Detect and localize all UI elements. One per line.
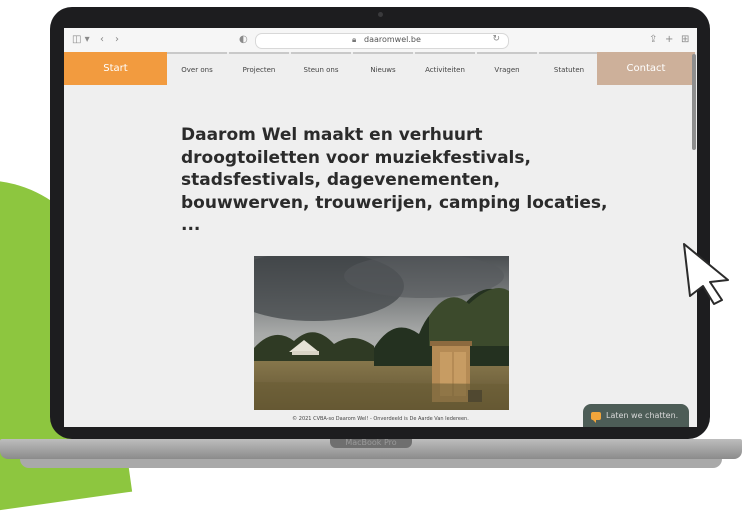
browser-screen: ◫ ▾ ‹ › ◐ 🔒︎ daaromwel.be ↻ ⇪ + ⊞ Start … <box>64 28 697 427</box>
nav-contact[interactable]: Contact <box>597 52 695 85</box>
privacy-shield-icon[interactable]: ◐ <box>239 33 248 47</box>
browser-toolbar: ◫ ▾ ‹ › ◐ 🔒︎ daaromwel.be ↻ ⇪ + ⊞ <box>64 28 697 53</box>
chat-button[interactable]: Laten we chatten. <box>583 404 689 427</box>
address-url: daaromwel.be <box>364 35 421 44</box>
hero-headline: Daarom Wel maakt en verhuurt droogtoilet… <box>181 125 608 235</box>
new-tab-icon[interactable]: + <box>665 33 673 47</box>
nav-item-steun-ons[interactable]: Steun ons <box>291 52 351 85</box>
nav-item-activiteiten[interactable]: Activiteiten <box>415 52 475 85</box>
address-bar[interactable]: 🔒︎ daaromwel.be ↻ <box>255 33 509 49</box>
nav-start[interactable]: Start <box>64 52 167 85</box>
site-navigation: Start Over ons Projecten Steun ons Nieuw… <box>64 52 697 85</box>
camera-dot <box>378 12 383 17</box>
chat-button-label: Laten we chatten. <box>606 411 679 420</box>
laptop-base-shadow <box>20 459 722 468</box>
share-icon[interactable]: ⇪ <box>649 33 657 47</box>
mouse-cursor-icon <box>683 243 729 305</box>
scrollbar[interactable] <box>692 54 696 150</box>
lock-icon: 🔒︎ <box>352 35 357 44</box>
tab-overview-icon[interactable]: ⊞ <box>681 33 689 47</box>
nav-item-vragen[interactable]: Vragen <box>477 52 537 85</box>
chat-bubble-icon <box>591 411 601 423</box>
forward-arrow-icon[interactable]: › <box>115 33 119 47</box>
nav-item-statuten[interactable]: Statuten <box>539 52 599 85</box>
hero-photo-dry-toilet <box>254 256 509 410</box>
nav-item-over-ons[interactable]: Over ons <box>167 52 227 85</box>
back-arrow-icon[interactable]: ‹ <box>100 33 104 47</box>
sidebar-toggle-icon[interactable]: ◫ ▾ <box>72 33 90 47</box>
nav-item-projecten[interactable]: Projecten <box>229 52 289 85</box>
device-label: MacBook Pro <box>345 438 397 447</box>
reload-icon[interactable]: ↻ <box>492 34 500 44</box>
nav-item-nieuws[interactable]: Nieuws <box>353 52 413 85</box>
